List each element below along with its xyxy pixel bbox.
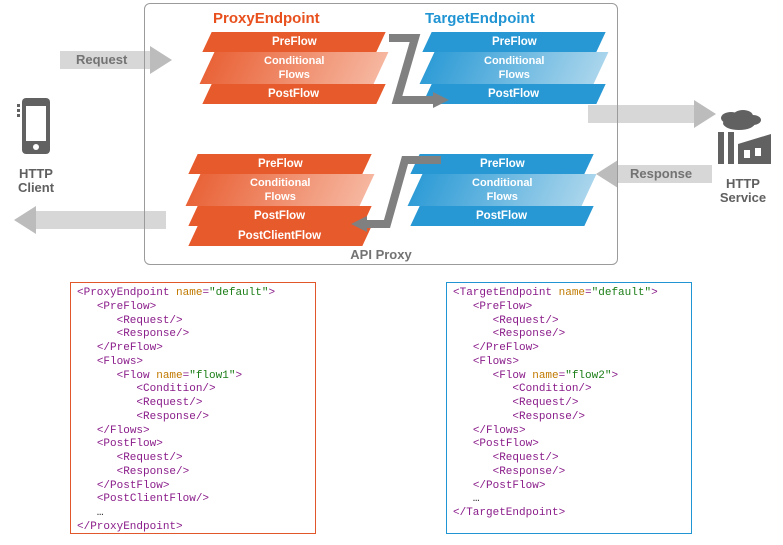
- proxy-endpoint-title: ProxyEndpoint: [213, 10, 320, 27]
- flow-stage: PostFlow: [254, 206, 305, 226]
- proxy-response-slab: PreFlow Conditional Flows PostFlow PostC…: [193, 154, 367, 246]
- client-endpoint: HTTP Client: [10, 98, 62, 196]
- flow-stage: PostFlow: [476, 206, 527, 226]
- target-request-slab: PreFlow Conditional Flows PostFlow: [427, 32, 601, 104]
- service-endpoint: HTTP Service: [711, 108, 775, 206]
- flow-stage: Conditional Flows: [472, 176, 533, 204]
- factory-icon: [712, 108, 774, 168]
- flow-stage: Conditional Flows: [484, 54, 545, 82]
- api-proxy-label: API Proxy: [145, 247, 617, 262]
- phone-icon: [16, 98, 56, 158]
- service-label: HTTP Service: [711, 177, 775, 206]
- api-proxy-box: ProxyEndpoint TargetEndpoint API Proxy P…: [144, 3, 618, 265]
- flow-stage: PreFlow: [480, 154, 525, 174]
- client-label: HTTP Client: [10, 167, 62, 196]
- flow-stage: PreFlow: [258, 154, 303, 174]
- response-label: Response: [630, 166, 692, 181]
- target-endpoint-xml: <TargetEndpoint name="default"> <PreFlow…: [446, 282, 692, 534]
- proxy-request-slab: PreFlow Conditional Flows PostFlow: [207, 32, 381, 104]
- flow-stage: PreFlow: [492, 32, 537, 52]
- target-response-slab: PreFlow Conditional Flows PostFlow: [415, 154, 589, 226]
- proxy-endpoint-xml: <ProxyEndpoint name="default"> <PreFlow>…: [70, 282, 316, 534]
- flow-stage: PostClientFlow: [238, 226, 321, 246]
- flow-stage: Conditional Flows: [264, 54, 325, 82]
- flow-stage: PostFlow: [268, 84, 319, 104]
- request-label: Request: [76, 52, 127, 67]
- flow-stage: PostFlow: [488, 84, 539, 104]
- target-endpoint-title: TargetEndpoint: [425, 10, 535, 27]
- flow-stage: Conditional Flows: [250, 176, 311, 204]
- flow-stage: PreFlow: [272, 32, 317, 52]
